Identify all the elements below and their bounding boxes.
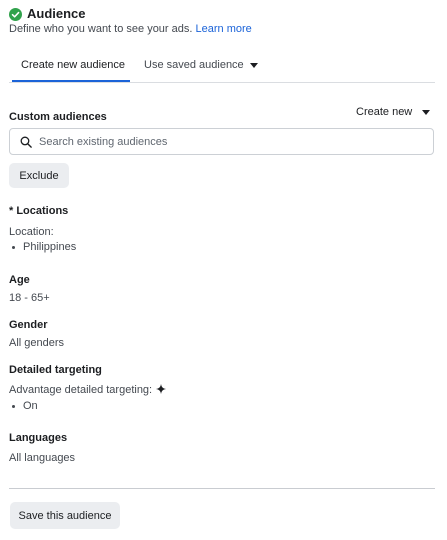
- gender-value: All genders: [9, 337, 65, 349]
- search-input[interactable]: [39, 133, 419, 151]
- sparkle-icon: [156, 384, 167, 394]
- languages-label: Languages: [9, 432, 68, 444]
- advantage-value: On: [23, 400, 38, 412]
- tab-label: Use saved audience: [144, 59, 244, 71]
- advantage-label: Advantage detailed targeting:: [9, 384, 153, 396]
- languages-value: All languages: [9, 452, 76, 464]
- exclude-button[interactable]: Exclude: [9, 163, 69, 188]
- search-icon: [20, 136, 32, 148]
- location-sublabel: Location:: [9, 226, 54, 238]
- locations-label: * Locations: [9, 205, 69, 217]
- age-label: Age: [9, 274, 30, 286]
- gender-label: Gender: [9, 319, 48, 331]
- audience-search-box[interactable]: [9, 128, 434, 155]
- advantage-detailed-targeting: Advantage detailed targeting:: [9, 384, 167, 396]
- age-value: 18 - 65+: [9, 292, 50, 304]
- section-title: Audience: [27, 6, 86, 21]
- learn-more-link[interactable]: Learn more: [196, 23, 252, 35]
- create-new-label: Create new: [356, 106, 413, 118]
- chevron-down-icon: [249, 62, 258, 68]
- create-new-dropdown[interactable]: Create new: [356, 106, 431, 118]
- tab-use-saved-audience[interactable]: Use saved audience: [144, 59, 258, 71]
- location-value: Philippines: [23, 241, 77, 253]
- section-subtitle: Define who you want to see your ads. Lea…: [9, 23, 252, 35]
- bullet-icon: [12, 245, 15, 249]
- bullet-icon: [12, 404, 15, 408]
- save-audience-button[interactable]: Save this audience: [10, 502, 120, 529]
- chevron-down-icon: [422, 109, 431, 115]
- list-item: On: [9, 400, 38, 412]
- custom-audiences-label: Custom audiences: [9, 111, 107, 123]
- list-item: Philippines: [9, 241, 76, 253]
- bottom-divider: [9, 488, 435, 489]
- subtitle-text: Define who you want to see your ads.: [9, 23, 193, 35]
- tab-create-new-audience[interactable]: Create new audience: [21, 59, 125, 71]
- check-circle-icon: [9, 8, 22, 21]
- tabs-divider: [9, 82, 435, 83]
- detailed-targeting-label: Detailed targeting: [9, 364, 102, 376]
